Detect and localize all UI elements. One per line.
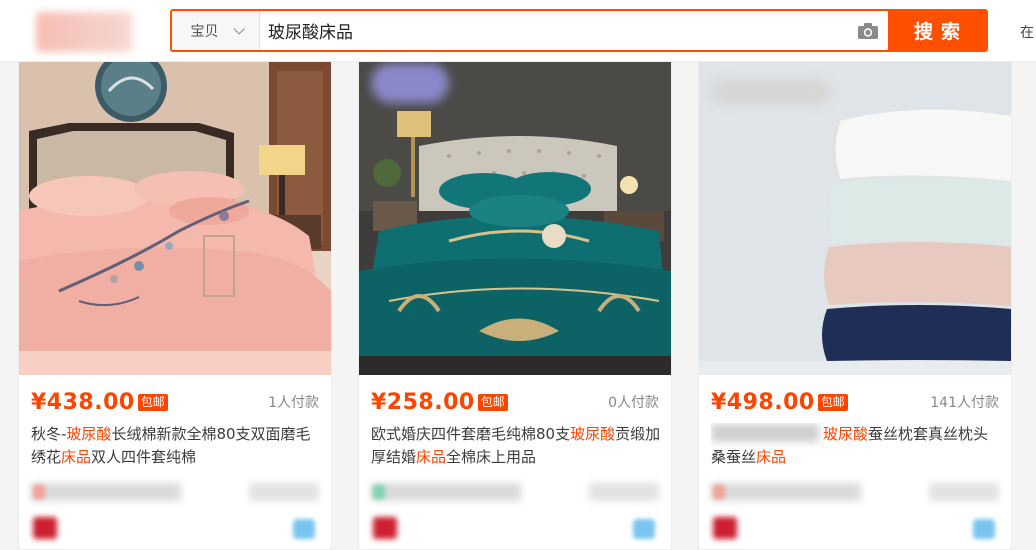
product-image[interactable] [359, 61, 671, 375]
product-image[interactable] [19, 61, 331, 375]
free-shipping-badge: 包邮 [477, 393, 508, 411]
free-shipping-badge: 包邮 [817, 393, 848, 411]
title-keyword: 玻尿酸 [570, 425, 616, 443]
chat-icon[interactable] [293, 519, 315, 539]
camera-icon[interactable] [848, 11, 888, 50]
price-row: ¥258.00 包邮 0人付款 [371, 387, 659, 417]
page: 宝贝 搜索 在 [0, 0, 1036, 550]
product-title[interactable]: 欧式婚庆四件套磨毛纯棉80支玻尿酸贡缎加厚结婚床品全棉床上用品 [371, 423, 661, 469]
search-button[interactable]: 搜索 [888, 11, 986, 50]
price-row: ¥438.00 包邮 1人付款 [31, 387, 319, 417]
shop-location [249, 483, 319, 501]
title-text: 秋冬- [31, 425, 67, 443]
chat-icon[interactable] [633, 519, 655, 539]
product-card[interactable]: ¥498.00 包邮 141人付款 玻尿酸蚕丝枕套真丝枕头桑蚕丝床品 [698, 60, 1012, 550]
title-redacted-prefix [711, 424, 819, 442]
sales-count: 1人付款 [268, 395, 319, 411]
tmall-icon [713, 517, 737, 539]
price-row: ¥498.00 包邮 141人付款 [711, 387, 999, 417]
product-title[interactable]: 秋冬-玻尿酸长绒棉新款全棉80支双面磨毛绣花床品双人四件套纯棉 [31, 423, 321, 469]
free-shipping-badge: 包邮 [137, 393, 168, 411]
search-bar: 宝贝 搜索 [170, 9, 988, 52]
shop-name[interactable] [371, 483, 521, 501]
search-scope-dropdown[interactable]: 宝贝 [172, 11, 260, 50]
title-keyword: 玻尿酸 [823, 425, 869, 443]
price: ¥258.00 [371, 389, 475, 415]
header-right-link[interactable]: 在 [1020, 22, 1034, 42]
price: ¥498.00 [711, 389, 815, 415]
shop-row [711, 481, 999, 507]
product-title[interactable]: 玻尿酸蚕丝枕套真丝枕头桑蚕丝床品 [711, 423, 1001, 469]
shop-icon [713, 485, 725, 499]
shop-icon [33, 485, 45, 499]
tmall-icon [33, 517, 57, 539]
product-card[interactable]: ¥438.00 包邮 1人付款 秋冬-玻尿酸长绒棉新款全棉80支双面磨毛绣花床品… [18, 60, 332, 550]
image-watermark [371, 63, 449, 103]
shop-row [371, 481, 659, 507]
search-scope-label: 宝贝 [190, 22, 219, 39]
sales-count: 0人付款 [608, 395, 659, 411]
sales-count: 141人付款 [930, 395, 999, 411]
search-input[interactable] [260, 11, 848, 50]
site-logo[interactable] [36, 12, 132, 52]
title-keyword: 床品 [61, 448, 92, 466]
shop-icon [373, 485, 385, 499]
shop-name[interactable] [31, 483, 181, 501]
chat-icon[interactable] [973, 519, 995, 539]
title-keyword: 床品 [756, 448, 787, 466]
product-image[interactable] [699, 61, 1011, 375]
header: 宝贝 搜索 在 [0, 0, 1036, 62]
image-watermark [711, 79, 831, 105]
badge-row [31, 513, 319, 543]
title-text: 双人四件套纯棉 [91, 448, 197, 466]
badge-row [371, 513, 659, 543]
shop-name[interactable] [711, 483, 861, 501]
chevron-down-icon [232, 22, 245, 35]
shop-location [929, 483, 999, 501]
title-text: 全棉床上用品 [446, 448, 537, 466]
price: ¥438.00 [31, 389, 135, 415]
product-card[interactable]: ¥258.00 包邮 0人付款 欧式婚庆四件套磨毛纯棉80支玻尿酸贡缎加厚结婚床… [358, 60, 672, 550]
title-text: 欧式婚庆四件套磨毛纯棉80支 [371, 425, 571, 443]
tmall-icon [373, 517, 397, 539]
title-keyword: 玻尿酸 [66, 425, 112, 443]
shop-row [31, 481, 319, 507]
badge-row [711, 513, 999, 543]
title-keyword: 床品 [416, 448, 447, 466]
shop-location [589, 483, 659, 501]
